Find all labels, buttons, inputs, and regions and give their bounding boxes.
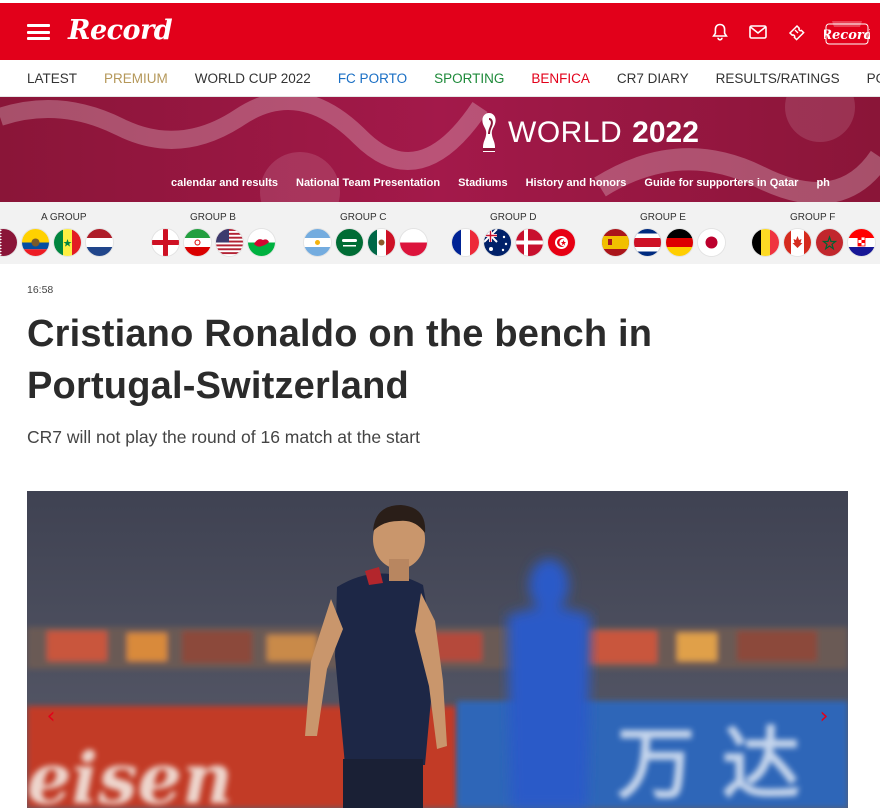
- header-actions: Record: [710, 17, 870, 47]
- group-group-f: GROUP F: [0, 202, 880, 264]
- banner-links: calendar and results National Team Presen…: [171, 177, 848, 189]
- world-cup-banner: WORLD 2022 calendar and results National …: [0, 97, 880, 202]
- flag-croatia-icon[interactable]: [848, 229, 875, 256]
- bell-icon[interactable]: [710, 22, 730, 42]
- main-nav: LATEST PREMIUM WORLD CUP 2022 FC PORTO SPORT…: [0, 60, 880, 97]
- trophy-icon: [482, 113, 496, 152]
- world-cup-logo[interactable]: WORLD 2022: [478, 111, 699, 155]
- group-flags: [752, 229, 875, 256]
- article-photo: 万 达 eisen ‹ ›: [27, 491, 848, 808]
- nav-item-podcast-r[interactable]: PODCAST R: [867, 71, 880, 86]
- nav-item-latest[interactable]: LATEST: [27, 71, 77, 86]
- photo-scene: 万 达 eisen: [27, 491, 848, 808]
- mail-icon[interactable]: [748, 22, 768, 42]
- svg-text:Record: Record: [824, 28, 870, 43]
- banner-link[interactable]: calendar and results: [171, 177, 278, 189]
- banner-link[interactable]: Stadiums: [458, 177, 508, 189]
- top-header: Record Record: [0, 3, 880, 60]
- article-headline: Cristiano Ronaldo on the bench in Portug…: [27, 313, 653, 407]
- flag-morocco-icon[interactable]: [816, 229, 843, 256]
- banner-title-year: 2022: [632, 116, 699, 149]
- nav-item-world-cup-2022[interactable]: WORLD CUP 2022: [195, 71, 311, 86]
- banner-link[interactable]: Guide for supporters in Qatar: [644, 177, 798, 189]
- banner-link[interactable]: National Team Presentation: [296, 177, 440, 189]
- article-time: 16:58: [27, 284, 54, 296]
- nav-item-sporting[interactable]: SPORTING: [434, 71, 504, 86]
- nav-item-results-ratings[interactable]: RESULTS/RATINGS: [716, 71, 840, 86]
- banner-link[interactable]: ph: [816, 177, 829, 189]
- nav-item-fc-porto[interactable]: FC PORTO: [338, 71, 407, 86]
- nav-item-benfica[interactable]: BENFICA: [531, 71, 590, 86]
- groups-bar: A GROUP GROUP B GROUP C GROUP D GROUP E GROUP…: [0, 202, 880, 264]
- article-subtitle: CR7 will not play the round of 16 match …: [27, 427, 420, 447]
- banner-link[interactable]: History and honors: [526, 177, 627, 189]
- nav-item-premium[interactable]: PREMIUM: [104, 71, 168, 86]
- flag-belgium-icon[interactable]: [752, 229, 779, 256]
- menu-icon[interactable]: [27, 24, 50, 40]
- record-logo[interactable]: Record: [68, 15, 173, 46]
- svg-text:万 达: 万 达: [617, 720, 800, 808]
- flag-canada-icon[interactable]: [784, 229, 811, 256]
- group-label[interactable]: GROUP F: [790, 212, 835, 223]
- next-image-arrow-icon[interactable]: ›: [814, 701, 834, 731]
- ticket-icon[interactable]: [786, 22, 806, 42]
- banner-title-word: WORLD: [508, 116, 623, 149]
- nav-item-cr7-diary[interactable]: CR7 DIARY: [617, 71, 689, 86]
- svg-text:eisen: eisen: [27, 737, 233, 808]
- prev-image-arrow-icon[interactable]: ‹: [41, 701, 61, 731]
- record-mini-logo[interactable]: Record: [824, 17, 870, 47]
